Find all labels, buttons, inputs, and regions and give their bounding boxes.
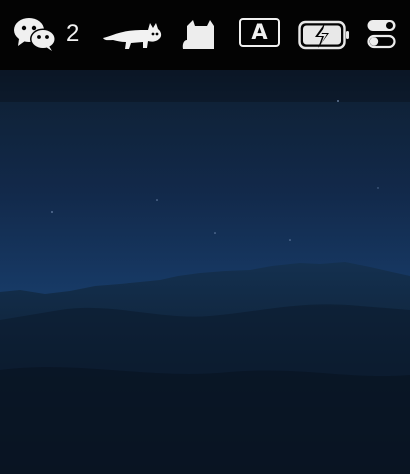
wechat-unread-count: 2	[66, 20, 80, 47]
keyboard-input-icon[interactable]: A	[239, 18, 280, 47]
night-mountain-wallpaper	[0, 70, 410, 474]
cat-ears-icon[interactable]	[181, 18, 217, 52]
battery-charging-icon[interactable]	[298, 20, 352, 50]
cat-silhouette-icon[interactable]	[101, 20, 163, 52]
wechat-icon[interactable]	[13, 15, 57, 53]
control-center-toggle-icon[interactable]	[366, 18, 398, 50]
input-source-label: A	[251, 20, 268, 44]
menu-bar: 2 A	[0, 0, 410, 70]
